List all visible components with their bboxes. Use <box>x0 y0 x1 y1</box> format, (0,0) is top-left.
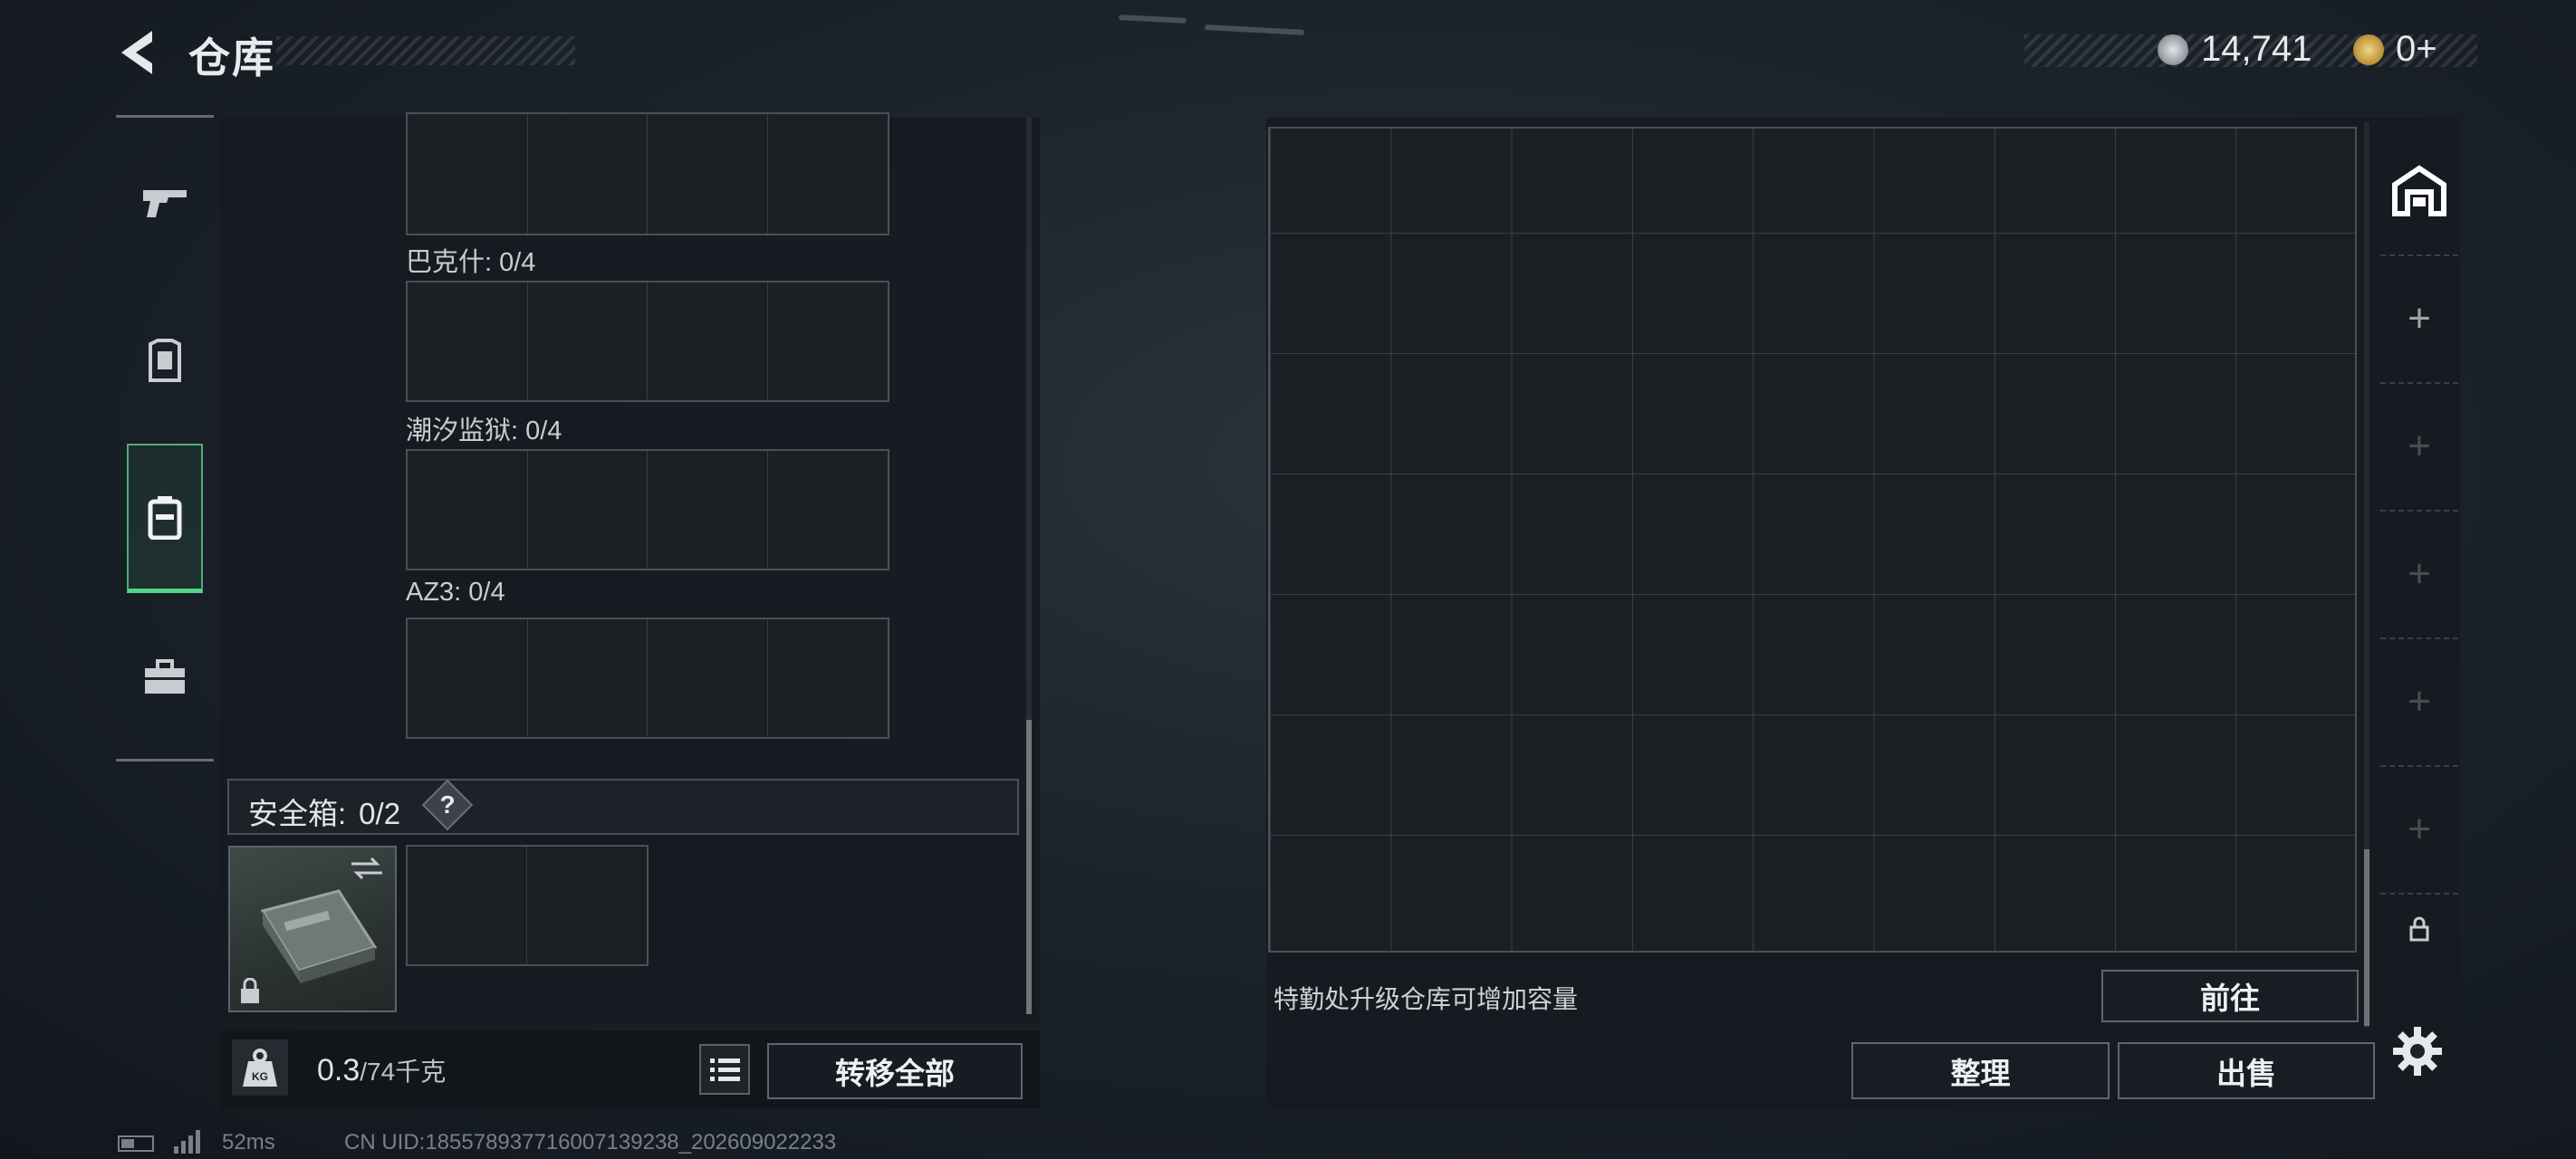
slot-grid-az3[interactable] <box>406 618 889 739</box>
sort-button[interactable]: 整理 <box>1851 1042 2110 1099</box>
storage-tab-add-3[interactable]: + <box>2380 510 2458 639</box>
rail-divider-bottom <box>116 759 214 761</box>
list-icon[interactable] <box>699 1044 750 1095</box>
toolbox-icon[interactable] <box>125 637 205 717</box>
ping-readout: 52ms <box>222 1130 275 1154</box>
currency-secondary-value[interactable]: 0+ <box>2396 29 2437 70</box>
storage-tab-add-5[interactable]: + <box>2380 765 2458 895</box>
slot-grid-top[interactable] <box>406 112 889 235</box>
goto-button[interactable]: 前往 <box>2101 970 2359 1022</box>
currency-primary-value: 14,741 <box>2201 29 2312 69</box>
transfer-all-button[interactable]: 转移全部 <box>767 1043 1023 1099</box>
warehouse-icon[interactable] <box>2380 127 2458 256</box>
title-decoration <box>276 36 575 65</box>
lock-icon <box>2380 893 2458 965</box>
safe-box-label: 安全箱: 0/2 <box>248 797 401 830</box>
backpack-icon[interactable] <box>127 444 203 593</box>
uid-readout: CN UID:18557893771600713923​8_2026090222… <box>344 1130 837 1154</box>
slot-label-bakesh: 巴克什: 0/4 <box>406 248 536 277</box>
token-icon <box>2353 34 2384 65</box>
swap-icon[interactable] <box>350 857 384 880</box>
page-title: 仓库 <box>188 34 275 81</box>
armor-icon[interactable] <box>125 321 205 401</box>
slot-label-az3: AZ3: 0/4 <box>406 578 505 607</box>
slot-label-tidal-prison: 潮汐监狱: 0/4 <box>406 417 562 445</box>
storage-tab-add-1[interactable]: + <box>2380 254 2458 384</box>
weight-icon: KG <box>232 1039 288 1096</box>
kg-badge-text: KG <box>252 1070 268 1083</box>
rail-divider-top <box>116 115 214 118</box>
storage-tab-add-4[interactable]: + <box>2380 637 2458 767</box>
slot-grid-tidal-prison[interactable] <box>406 449 889 570</box>
storage-tab-add-2[interactable]: + <box>2380 382 2458 512</box>
safe-box-item[interactable] <box>228 846 397 1012</box>
sell-button[interactable]: 出售 <box>2118 1042 2375 1099</box>
lock-icon <box>241 978 259 1003</box>
gear-icon[interactable] <box>2391 1025 2444 1078</box>
upgrade-hint: 特勤处升级仓库可增加容量 <box>1274 985 1579 1013</box>
storage-grid[interactable] <box>1268 127 2357 953</box>
pistol-icon[interactable] <box>125 163 205 243</box>
back-arrow-icon[interactable] <box>116 27 159 78</box>
safe-box-grid[interactable] <box>406 845 649 966</box>
slot-grid-bakesh[interactable] <box>406 281 889 402</box>
weight-readout: 0.3/74千克 <box>317 1053 447 1087</box>
storage-scrollbar-thumb[interactable] <box>2364 849 2369 1026</box>
equipment-scrollbar-thumb[interactable] <box>1026 720 1032 1014</box>
signal-icon <box>172 1130 208 1154</box>
storage-tab-column: + + + + + <box>2380 127 2458 969</box>
battery-icon <box>118 1135 154 1152</box>
coin-icon <box>2158 34 2188 65</box>
help-icon[interactable]: ? <box>429 787 466 823</box>
